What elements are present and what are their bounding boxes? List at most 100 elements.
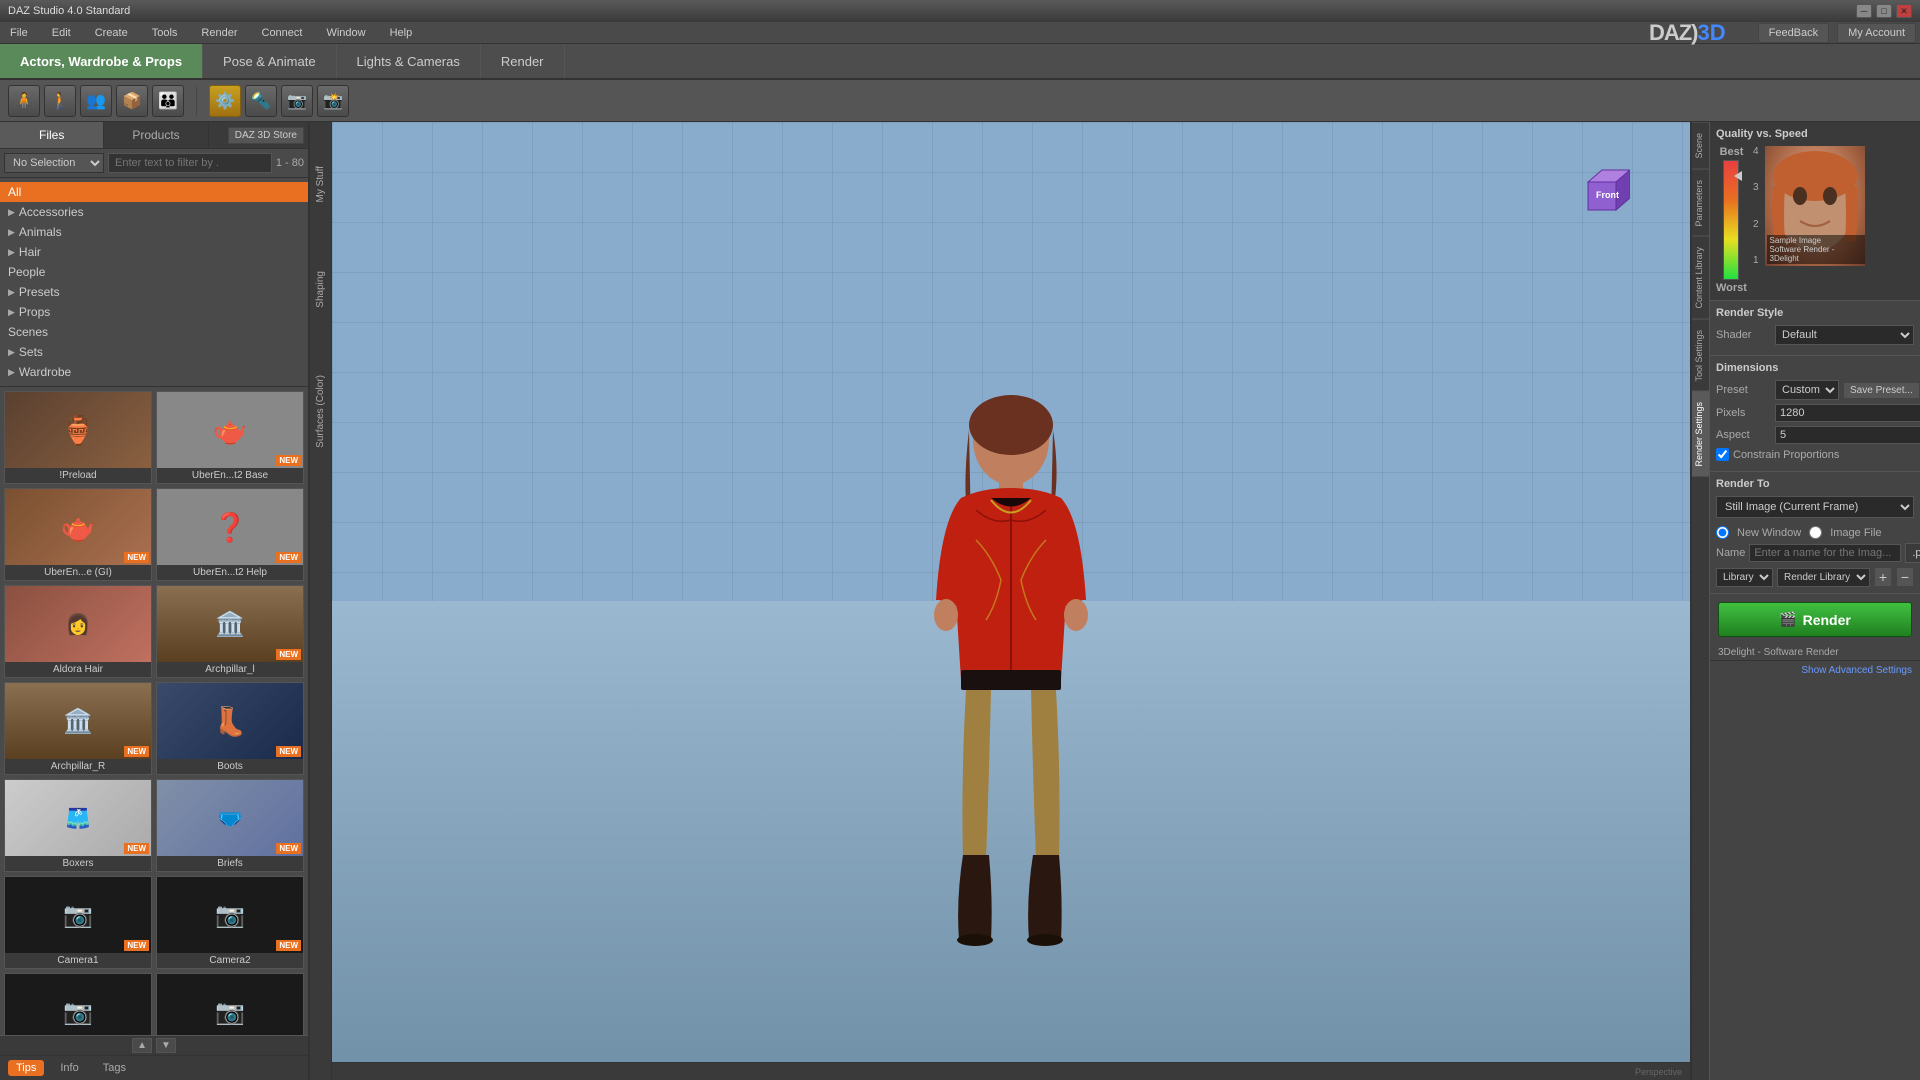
maximize-button[interactable]: □ [1876,4,1892,18]
vtab-parameters[interactable]: Parameters [1692,169,1709,237]
vtab-content-library[interactable]: Content Library [1692,236,1709,319]
cat-hair[interactable]: ▶ Hair [0,242,308,262]
library-row: Library Render Library + − [1716,567,1914,587]
viewport: Front [332,122,1690,1080]
list-item[interactable]: 👩 Aldora Hair [4,585,152,678]
dimensions-title: Dimensions [1716,362,1914,374]
list-item[interactable]: 🫖 NEW UberEn...e (GI) [4,488,152,581]
preset-row: Preset Custom Save Preset... [1716,380,1914,400]
toolbar-view-1[interactable]: ⚙️ [209,85,241,117]
menu-file[interactable]: File [4,25,34,41]
list-item[interactable]: 📷 NEW Camera1 [4,876,152,969]
toolbar-view-4[interactable]: 📸 [317,85,349,117]
list-item[interactable]: 🏛️ NEW Archpillar_l [156,585,304,678]
menu-render[interactable]: Render [195,25,243,41]
constrain-checkbox[interactable] [1716,448,1729,461]
toolbar-add-scene[interactable]: 👪 [152,85,184,117]
cat-scenes[interactable]: Scenes [0,322,308,342]
library-remove-button[interactable]: − [1896,567,1914,587]
save-preset-button[interactable]: Save Preset... [1843,382,1920,399]
toolbar-separator-1 [196,87,197,115]
list-item[interactable]: 🏛️ NEW Archpillar_R [4,682,152,775]
list-item[interactable]: 🏺 !Preload [4,391,152,484]
menu-help[interactable]: Help [384,25,419,41]
filter-input[interactable] [108,153,272,173]
render-name-input[interactable] [1749,544,1901,562]
left-tab-files[interactable]: Files [0,122,104,148]
tab-render[interactable]: Render [481,44,565,78]
selection-dropdown[interactable]: No Selection [4,153,104,173]
shader-select[interactable]: Default [1775,325,1914,345]
tab-pose-animate[interactable]: Pose & Animate [203,44,337,78]
logo-daz-text: DAZ) [1649,20,1698,46]
new-window-radio[interactable] [1716,526,1729,539]
image-file-radio[interactable] [1809,526,1822,539]
quality-level-labels: 4 3 2 1 [1753,146,1759,266]
tab-actors-wardrobe-props[interactable]: Actors, Wardrobe & Props [0,44,203,78]
toolbar-section-figures: 🧍 🚶 👥 📦 👪 [8,85,184,117]
list-item[interactable]: ❓ NEW UberEn...t2 Help [156,488,304,581]
list-item[interactable]: 👢 NEW Boots [156,682,304,775]
toolbar-add-figure[interactable]: 🧍 [8,85,40,117]
my-account-button[interactable]: My Account [1837,23,1916,43]
cat-presets[interactable]: ▶ Presets [0,282,308,302]
render-to-select[interactable]: Still Image (Current Frame) [1716,496,1914,518]
list-item[interactable]: 🫖 NEW UberEn...t2 Base [156,391,304,484]
menu-edit[interactable]: Edit [46,25,77,41]
cat-accessories[interactable]: ▶ Accessories [0,202,308,222]
render-format-select[interactable]: .png [1905,543,1920,563]
daz-store-button[interactable]: DAZ 3D Store [228,127,304,144]
tab-lights-cameras[interactable]: Lights & Cameras [337,44,481,78]
show-advanced-settings[interactable]: Show Advanced Settings [1710,661,1920,680]
aspect-width-input[interactable] [1775,426,1920,444]
list-item[interactable]: 🩳 NEW Boxers [4,779,152,872]
toolbar-add-pose[interactable]: 🚶 [44,85,76,117]
cat-sets[interactable]: ▶ Sets [0,342,308,362]
tab-tags[interactable]: Tags [95,1060,134,1076]
cat-props[interactable]: ▶ Props [0,302,308,322]
list-item[interactable]: 📷 NEW Camera4 [156,973,304,1035]
cat-arrow-accessories: ▶ [8,207,15,218]
menu-create[interactable]: Create [89,25,134,41]
render-status: 3Delight - Software Render [1710,645,1920,661]
new-badge: NEW [276,455,301,466]
cat-animals[interactable]: ▶ Animals [0,222,308,242]
vtab-render-settings[interactable]: Render Settings [1692,391,1709,477]
cat-people[interactable]: People [0,262,308,282]
list-item[interactable]: 📷 NEW Camera2 [156,876,304,969]
vtab-scene[interactable]: Scene [1692,122,1709,169]
tab-info[interactable]: Info [52,1060,86,1076]
list-item[interactable]: 📷 NEW Camera3 [4,973,152,1035]
menu-connect[interactable]: Connect [256,25,309,41]
surfaces-tab[interactable]: Shaping [313,267,328,312]
quality-header: Quality vs. Speed [1716,128,1914,140]
shaping-tab[interactable]: My Stuff [313,162,328,207]
titlebar: DAZ Studio 4.0 Standard ─ □ ✕ [0,0,1920,22]
scroll-down-button[interactable]: ▼ [156,1038,176,1053]
pixels-width-input[interactable] [1775,404,1920,422]
toolbar-view-2[interactable]: 🔦 [245,85,277,117]
toolbar-view-3[interactable]: 📷 [281,85,313,117]
left-tab-products[interactable]: Products [104,122,208,148]
library-add-button[interactable]: + [1874,567,1892,587]
close-button[interactable]: ✕ [1896,4,1912,18]
surfaces-color-tab[interactable]: Surfaces (Color) [313,371,328,452]
menu-window[interactable]: Window [320,25,371,41]
list-item[interactable]: 🩲 NEW Briefs [156,779,304,872]
scroll-up-button[interactable]: ▲ [132,1038,152,1053]
menu-tools[interactable]: Tools [146,25,184,41]
cat-all[interactable]: All [0,182,308,202]
minimize-button[interactable]: ─ [1856,4,1872,18]
quality-panel: Quality vs. Speed Best Worst 4 3 [1710,122,1920,301]
cat-wardrobe[interactable]: ▶ Wardrobe [0,362,308,382]
vtab-tool-settings[interactable]: Tool Settings [1692,319,1709,392]
feedback-button[interactable]: FeedBack [1758,23,1830,43]
library-select[interactable]: Library [1716,568,1773,587]
preset-select[interactable]: Custom [1775,380,1839,400]
render-button[interactable]: 🎬 Render [1718,602,1912,637]
render-library-select[interactable]: Render Library [1777,568,1870,587]
tab-tips[interactable]: Tips [8,1060,44,1076]
main-nav: Actors, Wardrobe & Props Pose & Animate … [0,44,1920,80]
toolbar-add-prop[interactable]: 📦 [116,85,148,117]
toolbar-add-group[interactable]: 👥 [80,85,112,117]
